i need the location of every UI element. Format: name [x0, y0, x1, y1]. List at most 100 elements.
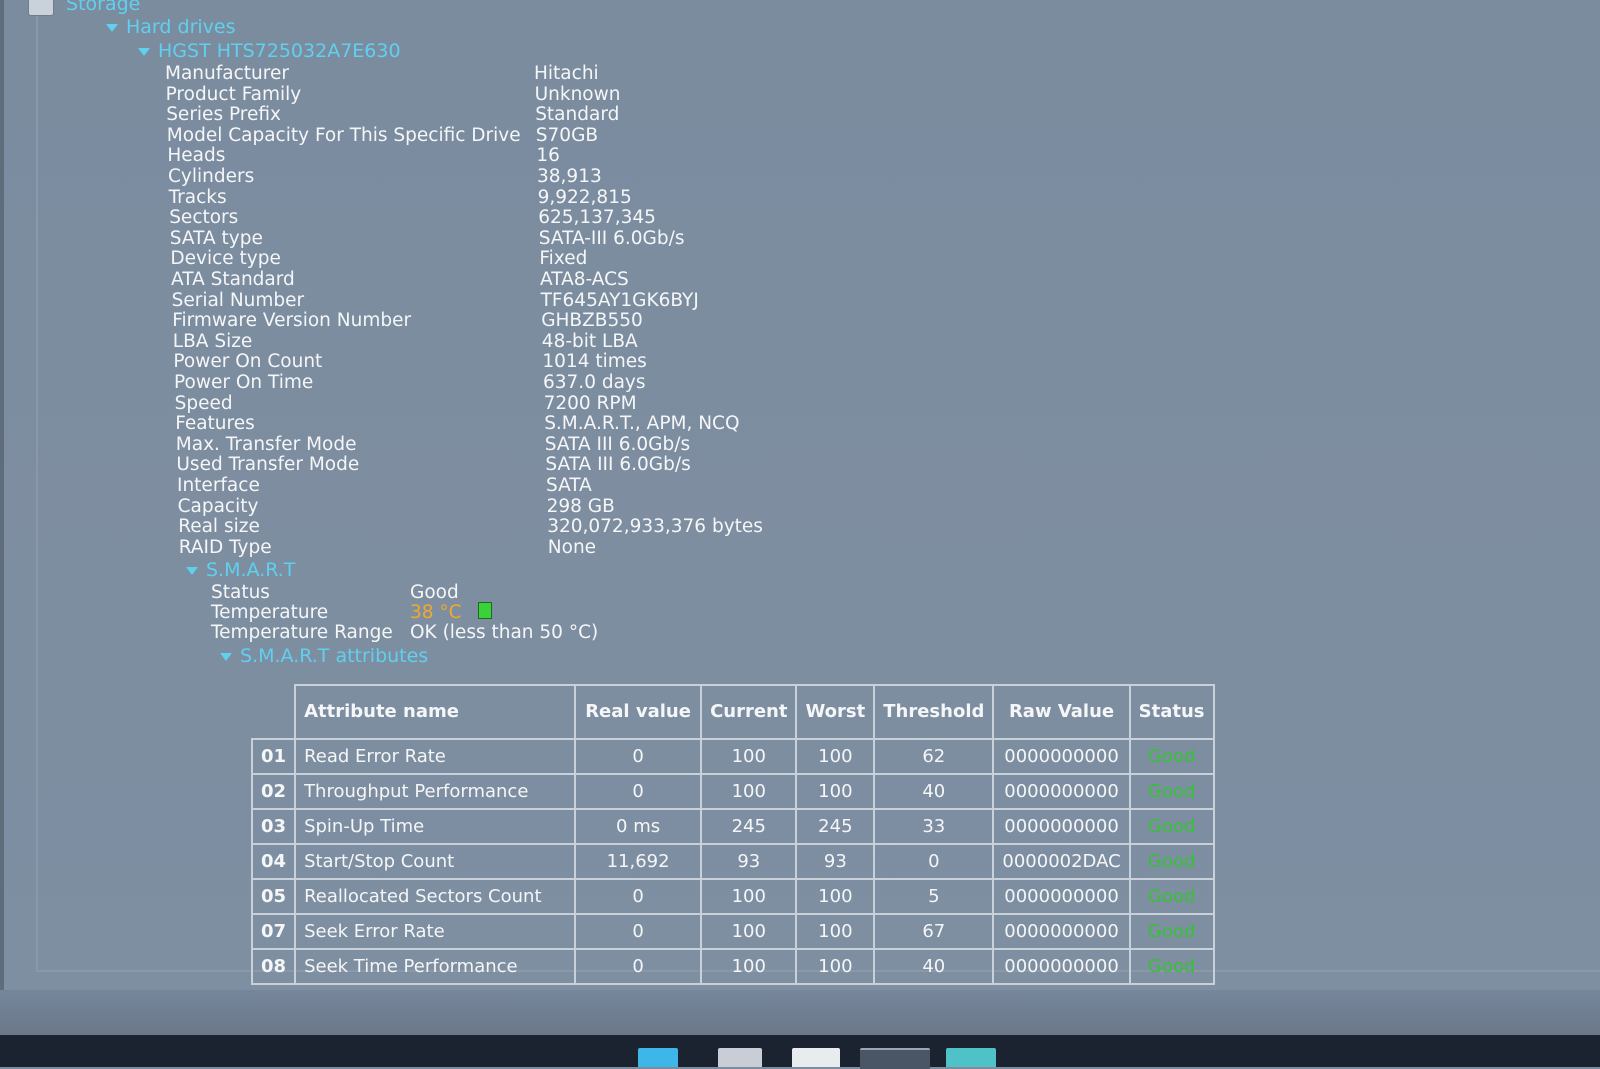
property-value: ATA8-ACS [540, 269, 629, 290]
property-value: 7200 RPM [543, 392, 637, 414]
windows-start-icon[interactable] [638, 1048, 678, 1067]
property-label: Interface [177, 475, 260, 496]
attribute-current: 100 [700, 738, 798, 775]
tree-node-hard-drives[interactable]: Hard drives [106, 16, 236, 38]
attribute-worst: 100 [795, 738, 876, 775]
attribute-real-value: 11,692 [574, 843, 703, 880]
table-row[interactable]: 08 Seek Time Performance 0 100 100 40 00000000… [250, 948, 1215, 985]
attribute-id: 05 [250, 878, 297, 915]
attribute-id: 04 [250, 843, 297, 880]
tree-node-drive[interactable]: HGST HTS725032A7E630 [138, 40, 401, 62]
attribute-id: 03 [250, 808, 297, 845]
attribute-raw-value: 0000000000 [992, 878, 1131, 915]
expand-arrow-icon[interactable] [220, 652, 232, 661]
property-value: 1014 times [542, 351, 647, 373]
expand-arrow-icon[interactable] [106, 23, 118, 32]
smart-temperature-value: 38 °C [410, 602, 462, 623]
attribute-name: Spin-Up Time [294, 808, 577, 845]
attribute-current: 100 [700, 773, 798, 810]
property-value: Hitachi [534, 63, 599, 84]
tree-node-smart-label: S.M.A.R.T [206, 559, 296, 581]
property-label: Max. Transfer Mode [175, 433, 357, 455]
tree-node-smart-attributes[interactable]: S.M.A.R.T attributes [220, 645, 428, 667]
attribute-status: Good [1128, 773, 1215, 810]
column-header-real-value: Real value [574, 684, 703, 740]
property-label: Capacity [177, 495, 259, 517]
attribute-threshold: 62 [873, 738, 995, 775]
expand-arrow-icon[interactable] [186, 566, 198, 575]
property-value: TF645AY1GK6BYJ [540, 289, 699, 311]
tree-node-drive-label: HGST HTS725032A7E630 [158, 40, 401, 62]
attribute-status: Good [1128, 878, 1215, 915]
property-value: 48-bit LBA [541, 330, 638, 352]
property-value: 320,072,933,376 bytes [547, 516, 763, 538]
property-value: 9,922,815 [537, 186, 632, 208]
attribute-current: 100 [700, 878, 798, 915]
attribute-current: 245 [700, 808, 798, 845]
attribute-name: Reallocated Sectors Count [294, 878, 577, 915]
property-value: 298 GB [546, 495, 615, 517]
attribute-real-value: 0 [574, 738, 703, 775]
attribute-worst: 93 [795, 843, 876, 880]
attribute-current: 100 [700, 913, 798, 950]
property-value: 637.0 days [543, 372, 646, 393]
table-row[interactable]: 01 Read Error Rate 0 100 100 62 0000000000 Good [250, 738, 1215, 775]
table-row[interactable]: 04 Start/Stop Count 11,692 93 93 0 0000002DAC G… [250, 843, 1215, 880]
attribute-name: Read Error Rate [294, 738, 577, 775]
column-header-raw-value: Raw Value [992, 684, 1131, 740]
table-row[interactable]: 07 Seek Error Rate 0 100 100 67 0000000000 Good [250, 913, 1215, 950]
column-header-current: Current [700, 684, 798, 740]
table-row[interactable]: 02 Throughput Performance 0 100 100 40 0000000… [250, 773, 1215, 810]
property-label: Cylinders [168, 166, 255, 187]
attribute-id: 01 [250, 738, 297, 775]
property-value: 38,913 [537, 166, 602, 187]
attribute-raw-value: 0000000000 [992, 948, 1131, 985]
table-header-corner [252, 685, 297, 740]
temperature-graph-icon[interactable] [477, 602, 492, 619]
attribute-current: 100 [700, 948, 798, 985]
attribute-real-value: 0 [574, 878, 703, 915]
table-row[interactable]: 05 Reallocated Sectors Count 0 100 100 5 00000… [250, 878, 1215, 915]
file-explorer-icon[interactable] [718, 1048, 762, 1067]
smart-temperature-label: Temperature [211, 602, 329, 623]
property-value: 16 [536, 145, 560, 167]
property-label: Heads [167, 145, 226, 167]
tree-node-smart-attributes-label: S.M.A.R.T attributes [240, 645, 429, 667]
attribute-real-value: 0 [574, 948, 703, 985]
attribute-raw-value: 0000000000 [992, 773, 1131, 810]
attribute-threshold: 0 [873, 843, 995, 880]
attribute-name: Start/Stop Count [294, 843, 577, 880]
photos-icon[interactable] [946, 1048, 996, 1067]
property-label: Power On Time [174, 372, 314, 393]
tree-node-smart[interactable]: S.M.A.R.T [186, 559, 295, 581]
attribute-worst: 100 [795, 878, 876, 915]
window-left-edge [0, 0, 4, 990]
property-label: Manufacturer [165, 63, 289, 84]
property-value: GHBZB550 [541, 310, 643, 332]
attribute-worst: 245 [795, 808, 876, 845]
smart-temperature-range-label: Temperature Range [211, 622, 393, 643]
attribute-name: Throughput Performance [294, 773, 577, 810]
property-label: Speed [174, 392, 233, 414]
property-label: Real size [178, 516, 260, 538]
property-value: Fixed [539, 248, 588, 270]
property-label: LBA Size [172, 330, 253, 352]
attribute-worst: 100 [795, 948, 876, 985]
table-row[interactable]: 03 Spin-Up Time 0 ms 245 245 33 0000000000 Good [250, 808, 1215, 845]
store-icon[interactable] [792, 1048, 840, 1067]
attribute-status: Good [1128, 913, 1215, 950]
column-header-attribute-name: Attribute name [294, 684, 577, 740]
property-label: Serial Number [171, 289, 305, 311]
desktop-strip [0, 990, 1600, 1035]
app-window-icon[interactable] [860, 1048, 930, 1069]
table-header-row: Attribute name Real value Current Worst … [252, 684, 1215, 740]
property-label: Device type [170, 248, 281, 270]
property-label: RAID Type [178, 536, 272, 558]
expand-arrow-icon[interactable] [138, 47, 150, 56]
tree-node-storage[interactable]: Storage [66, 0, 140, 15]
property-value: Unknown [534, 83, 621, 105]
attribute-threshold: 5 [873, 878, 995, 915]
attribute-raw-value: 0000000000 [992, 913, 1131, 950]
attribute-id: 07 [250, 913, 297, 950]
attribute-id: 08 [250, 948, 297, 985]
